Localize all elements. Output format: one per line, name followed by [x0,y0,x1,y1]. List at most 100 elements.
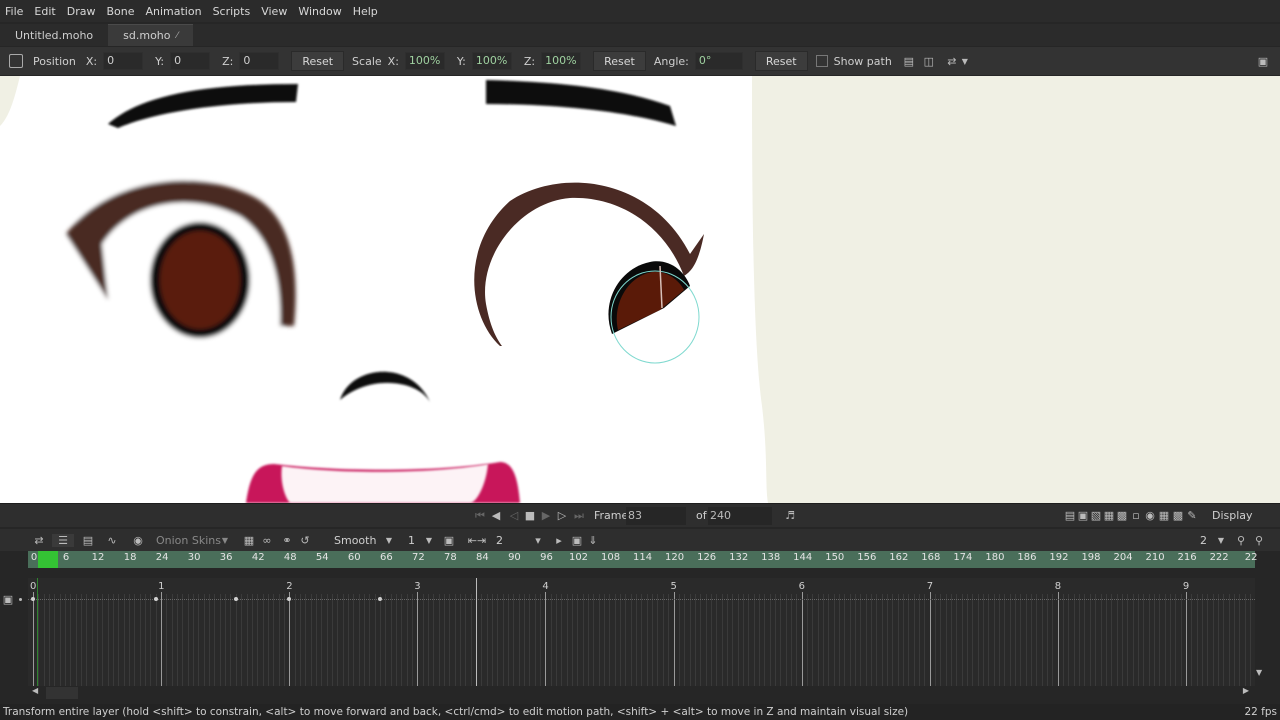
frame-gridline [593,594,595,686]
scale-x-input[interactable]: 100% [404,52,445,70]
keyframe[interactable] [233,597,238,601]
playhead[interactable] [476,578,477,686]
zoom-out-icon[interactable]: ⚲ [1234,534,1248,547]
rewind-icon[interactable]: ⏮ [474,509,486,523]
menu-animation[interactable]: Animation [145,5,201,18]
layout-icon-4[interactable]: ▦ [1103,509,1115,522]
chevron-down-icon[interactable]: ▼ [424,536,434,545]
ease-count[interactable]: 2 [496,534,503,547]
chevron-down-icon[interactable]: ▼ [1216,536,1226,545]
tab-untitled[interactable]: Untitled.moho [0,24,108,46]
sequencer-icon-1[interactable]: ▸ [552,534,566,547]
menu-edit[interactable]: Edit [34,5,55,18]
display-button[interactable]: Display [1212,509,1253,522]
ease-icon[interactable]: ⇤⇥ [462,534,492,547]
position-z-input[interactable]: 0 [239,52,280,70]
keyframe[interactable] [377,597,382,601]
page-icon[interactable]: ▤ [902,54,916,68]
layout-icon-5[interactable]: ▩ [1116,509,1128,522]
sequencer-icon-2[interactable]: ▣ [570,534,584,547]
frame-ruler[interactable]: 0 6 12 18 24 30 36 42 48 54 60 66 72 78 84 90 96 102 108 11… [28,551,1257,568]
chevron-down-icon[interactable]: ▼ [960,57,970,66]
path-options-icon[interactable]: ⇄ [944,54,960,68]
interpolation-select[interactable]: Smooth [334,534,376,547]
show-path-checkbox[interactable] [815,55,828,67]
layer-icon[interactable]: ▣ [2,593,14,606]
menu-file[interactable]: File [5,5,23,18]
onion-skins-label[interactable]: Onion Skins [156,534,221,547]
grid-icon[interactable]: ▦ [242,534,256,547]
position-x-input[interactable]: 0 [103,52,144,70]
menu-view[interactable]: View [261,5,287,18]
frame-icon[interactable]: ▣ [442,534,456,547]
angle-input[interactable]: 0° [694,52,743,70]
book-icon[interactable]: ▣ [1256,54,1270,68]
zoom-level[interactable]: 2 [1200,534,1207,547]
settings-icon[interactable]: ◉ [132,534,144,547]
frame-gridline [257,594,259,686]
prev-frame-icon[interactable]: ◁ [508,509,520,522]
ruler-tick-label: 60 [347,552,361,563]
layout-icon-2[interactable]: ▣ [1077,509,1089,522]
play-icon[interactable]: ▶ [540,509,552,522]
layout-icon-3[interactable]: ▧ [1090,509,1102,522]
timeline-tracks[interactable]: 0 1 2 3 4 5 6 7 8 9 [28,578,1255,686]
speaker-icon[interactable]: ♬ [782,509,798,522]
curve-icon[interactable]: ∿ [102,534,122,547]
reset-position-button[interactable]: Reset [291,51,345,71]
scroll-right-icon[interactable]: ▶ [1243,686,1249,695]
tab-sd[interactable]: sd.moho ⁄ [108,24,194,46]
menu-draw[interactable]: Draw [67,5,96,18]
channel-icon-1[interactable]: ☰ [52,533,74,547]
zoom-in-icon[interactable]: ⚲ [1252,534,1266,547]
keyframe[interactable] [31,597,35,601]
reset-angle-button[interactable]: Reset [754,51,808,71]
view-icon-4[interactable]: ▩ [1172,509,1184,522]
reset-scale-button[interactable]: Reset [593,51,646,71]
link-icon[interactable]: ⚭ [280,534,294,547]
marker-icon[interactable]: ▾ [532,534,544,547]
total-frames-input[interactable]: 240 [708,507,772,525]
scroll-down-icon[interactable]: ▼ [1256,668,1262,677]
layout-icon-1[interactable]: ▤ [1064,509,1076,522]
second-gridline [1185,592,1187,686]
fast-forward-icon[interactable]: ⏭ [573,509,585,523]
stop-icon[interactable]: ■ [524,509,536,522]
chevron-down-icon[interactable]: ▼ [220,536,230,545]
menu-scripts[interactable]: Scripts [213,5,251,18]
view-icon-3[interactable]: ▦ [1158,509,1170,522]
menu-window[interactable]: Window [298,5,341,18]
history-icon[interactable]: ↺ [298,534,312,547]
canvas-viewport[interactable] [0,76,1280,503]
scale-y-input[interactable]: 100% [471,52,512,70]
scrollbar-thumb[interactable] [46,687,78,699]
frame-gridline [881,594,883,686]
scale-z-input[interactable]: 100% [541,52,582,70]
page-split-icon[interactable]: ◫ [922,54,936,68]
second-label: 2 [286,581,293,592]
chevron-down-icon[interactable]: ▼ [384,536,394,545]
loop-icon[interactable]: ⇄ [32,534,46,547]
frame-input[interactable]: 83 [626,507,686,525]
pen-icon[interactable]: ✎ [1186,509,1198,522]
scroll-left-icon[interactable]: ◀ [32,686,38,695]
second-gridline [161,592,163,686]
ruler-tick-label: 120 [665,552,685,563]
position-y-input[interactable]: 0 [170,52,211,70]
sequencer-icon-3[interactable]: ⇓ [588,534,598,547]
timeline-scrollbar[interactable]: ◀ ▶ [28,686,1255,700]
view-icon-2[interactable]: ◉ [1144,509,1156,522]
step-back-icon[interactable]: ◀ [490,509,502,522]
frame-gridline [1249,594,1251,686]
keyframe[interactable] [153,597,158,601]
keys-icon[interactable]: ∞ [260,534,274,547]
menu-help[interactable]: Help [353,5,378,18]
frame-gridline [1127,594,1129,686]
interp-count[interactable]: 1 [408,534,415,547]
menu-bone[interactable]: Bone [106,5,134,18]
view-icon-1[interactable]: ▫ [1130,509,1142,522]
keyframe[interactable] [287,597,292,601]
lock-icon[interactable] [9,54,23,68]
next-frame-icon[interactable]: ▷ [556,509,568,522]
channel-icon-2[interactable]: ▤ [78,534,98,547]
